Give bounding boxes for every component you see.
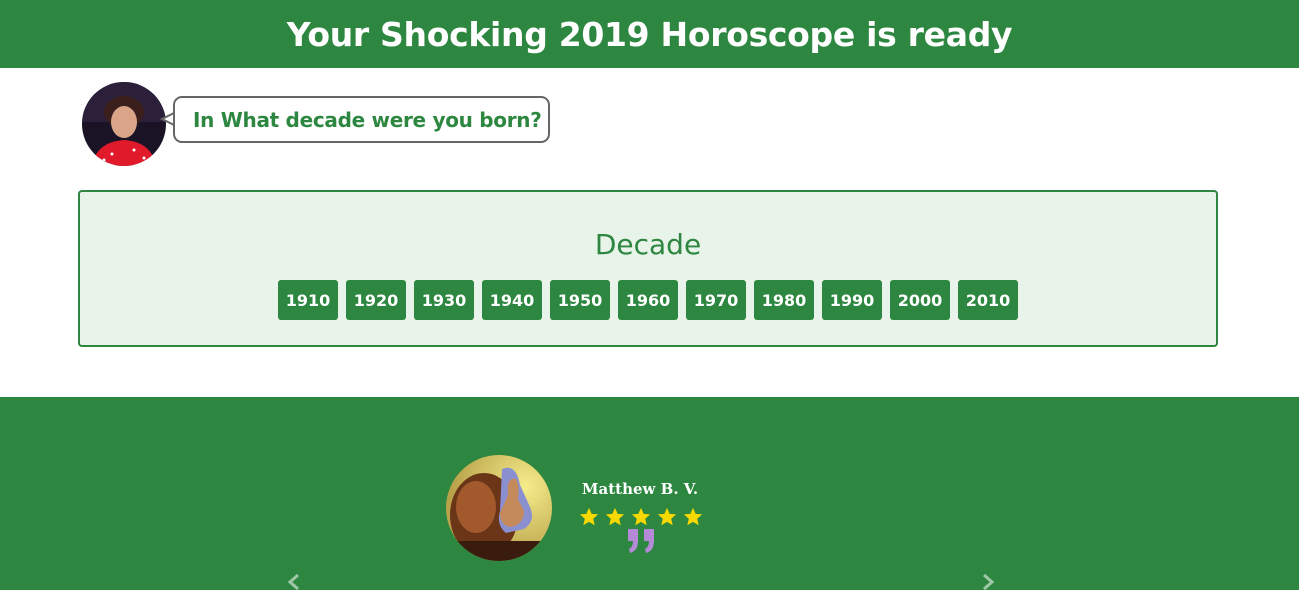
reviewer-name: Matthew B. V. xyxy=(581,480,699,498)
decade-button-2010[interactable]: 2010 xyxy=(958,280,1018,320)
testimonial-carousel: Matthew B. V. xyxy=(0,397,1299,590)
page-title: Your Shocking 2019 Horoscope is ready xyxy=(286,14,1013,54)
decade-button-1980[interactable]: 1980 xyxy=(754,280,814,320)
star-icon xyxy=(683,507,703,526)
decade-button-1990[interactable]: 1990 xyxy=(822,280,882,320)
star-icon xyxy=(605,507,625,526)
carousel-prev-arrow-icon[interactable] xyxy=(285,573,303,590)
page-header: Your Shocking 2019 Horoscope is ready xyxy=(0,0,1299,68)
decade-button-1960[interactable]: 1960 xyxy=(618,280,678,320)
decade-button-1910[interactable]: 1910 xyxy=(278,280,338,320)
speech-bubble: In What decade were you born? xyxy=(173,96,550,143)
decade-panel: Decade 1910 1920 1930 1940 1950 1960 197… xyxy=(78,190,1218,347)
question-text: In What decade were you born? xyxy=(193,107,542,132)
decade-button-1920[interactable]: 1920 xyxy=(346,280,406,320)
rating-stars xyxy=(578,506,704,528)
decade-panel-title: Decade xyxy=(594,228,702,261)
star-icon xyxy=(631,507,651,526)
testimonial-avatar xyxy=(446,455,552,561)
decade-button-1970[interactable]: 1970 xyxy=(686,280,746,320)
decade-button-1950[interactable]: 1950 xyxy=(550,280,610,320)
quote-icon xyxy=(628,529,654,553)
decade-options: 1910 1920 1930 1940 1950 1960 1970 1980 … xyxy=(278,280,1018,320)
decade-button-2000[interactable]: 2000 xyxy=(890,280,950,320)
star-icon xyxy=(579,507,599,526)
star-icon xyxy=(657,507,677,526)
decade-button-1940[interactable]: 1940 xyxy=(482,280,542,320)
decade-button-1930[interactable]: 1930 xyxy=(414,280,474,320)
psychic-avatar xyxy=(82,82,166,166)
carousel-next-arrow-icon[interactable] xyxy=(979,573,997,590)
